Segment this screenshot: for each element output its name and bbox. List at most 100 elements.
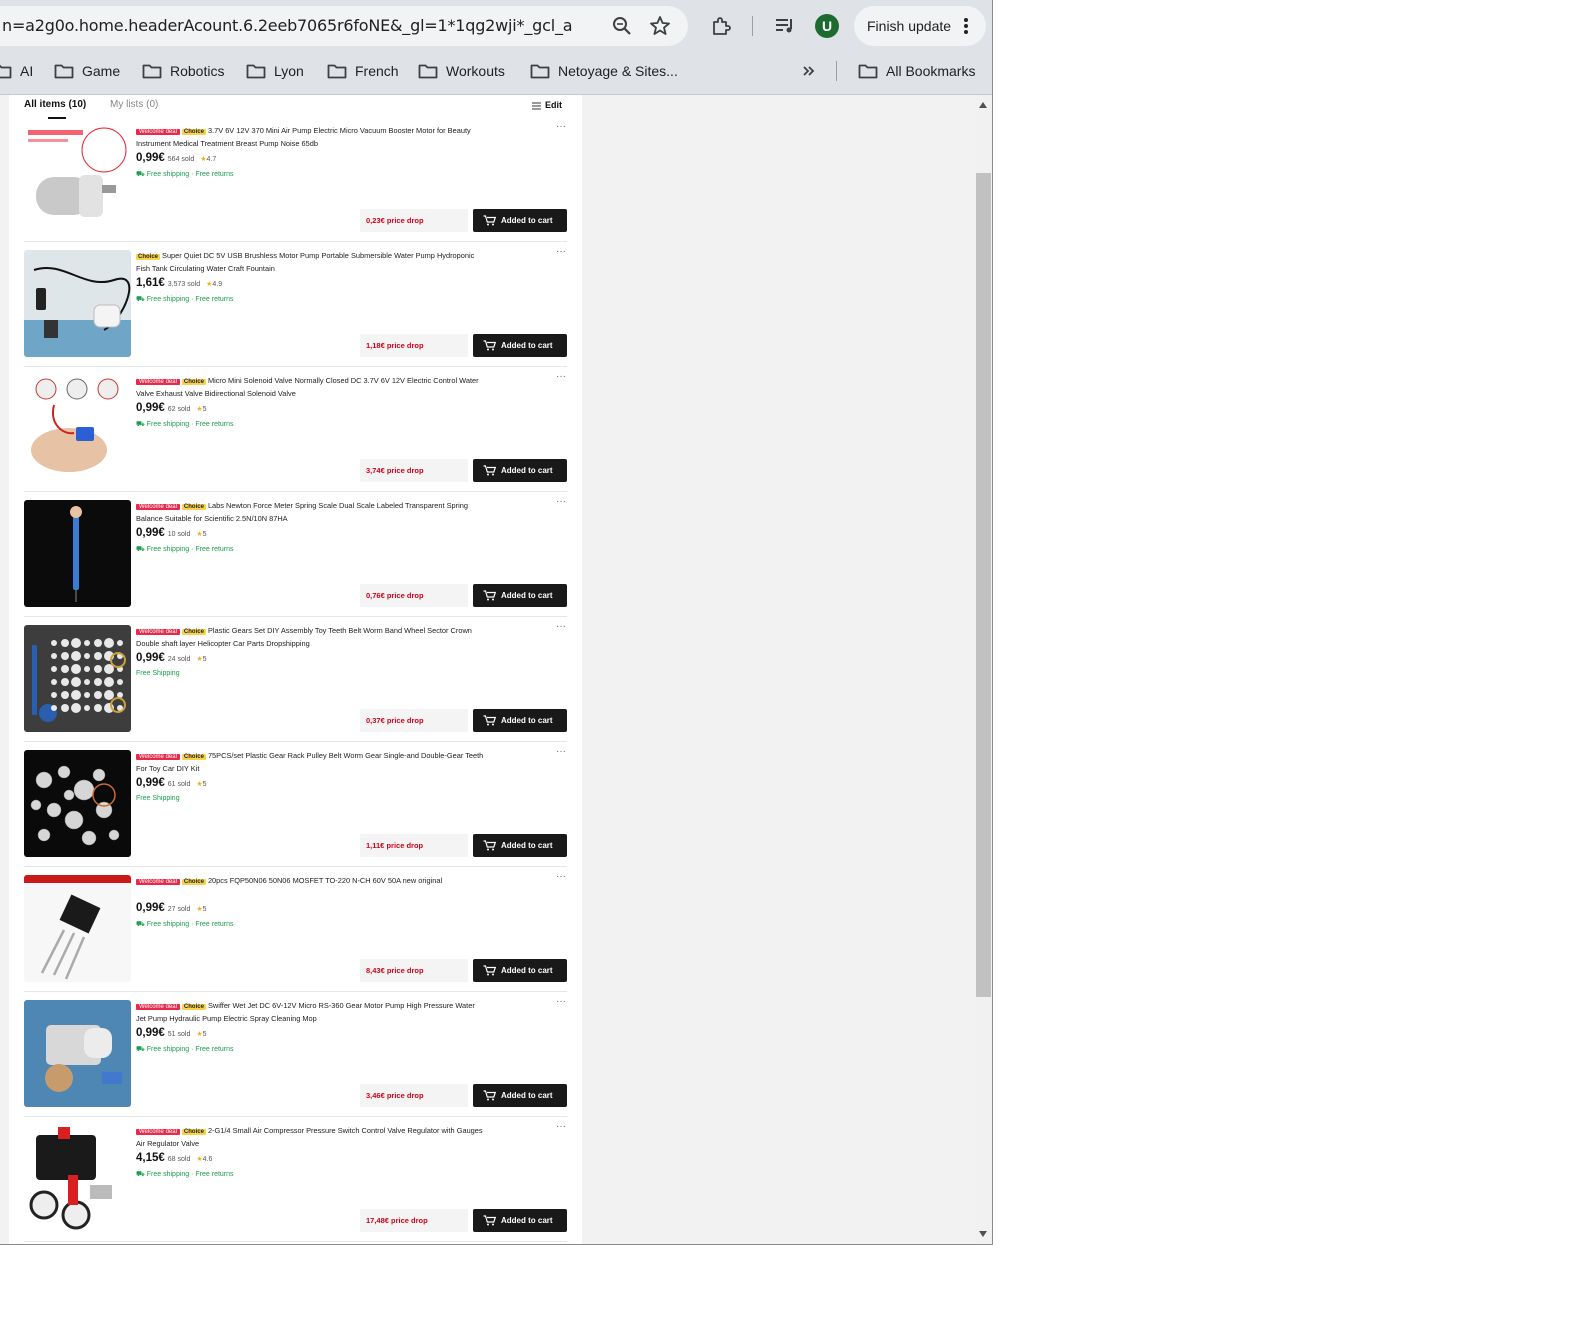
- product-image-spring-scale[interactable]: [24, 500, 131, 607]
- sold-count: 68 sold: [167, 1156, 191, 1163]
- wishlist-item[interactable]: Welcome deal Choice 20pcs FQP50N06 50N06 M…: [24, 871, 567, 1000]
- wishlist-item[interactable]: Welcome deal Choice Labs Newton Force Mete…: [24, 496, 567, 625]
- item-separator: [24, 991, 567, 992]
- product-title[interactable]: Welcome deal Choice Labs Newton Force Mete…: [136, 500, 486, 524]
- added-to-cart-button[interactable]: Added to cart: [473, 1084, 567, 1107]
- product-title[interactable]: Welcome deal Choice 2-G1/4 Small Air Compr…: [136, 1125, 486, 1149]
- added-to-cart-button[interactable]: Added to cart: [473, 834, 567, 857]
- choice-badge: Choice: [181, 754, 206, 760]
- item-separator: [24, 366, 567, 367]
- url-text[interactable]: n=a2g0o.home.headerAcount.6.2eeb7065r6fo…: [2, 6, 572, 46]
- wishlist-item[interactable]: Welcome deal Choice 3.7V 6V 12V 370 Mini A…: [24, 121, 567, 250]
- more-options-icon[interactable]: ···: [556, 121, 566, 132]
- product-title[interactable]: Welcome deal Choice Micro Mini Solenoid Va…: [136, 375, 486, 399]
- welcome-deal-badge: Welcome deal: [136, 379, 180, 385]
- sold-count: 564 sold: [167, 156, 195, 163]
- address-bar[interactable]: n=a2g0o.home.headerAcount.6.2eeb7065r6fo…: [0, 6, 688, 46]
- edit-button[interactable]: Edit: [532, 100, 562, 110]
- product-image-solenoid-valve[interactable]: [24, 375, 131, 482]
- added-to-cart-button[interactable]: Added to cart: [473, 1209, 567, 1232]
- product-price: 0,99€: [136, 652, 165, 664]
- tab-all-items[interactable]: All items (10): [24, 99, 86, 110]
- product-title[interactable]: Welcome deal Choice 75PCS/set Plastic Gear…: [136, 750, 486, 774]
- shipping-text: Free Shipping: [136, 670, 180, 677]
- product-price: 4,15€: [136, 1152, 165, 1164]
- tab-my-lists[interactable]: My lists (0): [110, 99, 158, 110]
- browser-toolbar: n=a2g0o.home.headerAcount.6.2eeb7065r6fo…: [0, 0, 992, 52]
- product-title[interactable]: Welcome deal Choice 20pcs FQP50N06 50N06 M…: [136, 875, 486, 888]
- cart-icon: [483, 340, 496, 351]
- product-image-gear-kit[interactable]: [24, 750, 131, 857]
- product-image-pressure-switch[interactable]: [24, 1125, 131, 1232]
- added-to-cart-button[interactable]: Added to cart: [473, 709, 567, 732]
- bookmark-lyon[interactable]: Lyon: [246, 52, 304, 90]
- added-to-cart-button[interactable]: Added to cart: [473, 459, 567, 482]
- wishlist-item[interactable]: Welcome deal Choice Micro Mini Solenoid Va…: [24, 371, 567, 500]
- scrollbar[interactable]: [975, 95, 992, 1244]
- wishlist-item[interactable]: Welcome deal Choice 75PCS/set Plastic Gear…: [24, 746, 567, 875]
- shipping-text: Free shipping · Free returns: [146, 1046, 234, 1053]
- folder-icon: [858, 64, 878, 79]
- more-options-icon[interactable]: ···: [556, 246, 566, 257]
- price-row: 0,99€ 564 sold ★4.7: [136, 152, 216, 164]
- price-drop-label: 3,46€ price drop: [360, 1084, 468, 1107]
- product-image-water-pump[interactable]: [24, 250, 131, 357]
- bookmark-workouts[interactable]: Workouts: [418, 52, 505, 90]
- product-image-mosfet[interactable]: [24, 875, 131, 982]
- scrollbar-thumb[interactable]: [976, 173, 991, 997]
- cart-icon: [483, 465, 496, 476]
- added-to-cart-button[interactable]: Added to cart: [473, 209, 567, 232]
- bookmark-label: AI: [20, 63, 34, 79]
- scroll-down-arrow[interactable]: [979, 1231, 987, 1237]
- added-to-cart-button[interactable]: Added to cart: [473, 334, 567, 357]
- wishlist-item[interactable]: Welcome deal Choice 2-G1/4 Small Air Compr…: [24, 1121, 567, 1244]
- bookmark-robotics[interactable]: Robotics: [142, 52, 224, 90]
- shipping-info: ⛟ Free shipping · Free returns: [136, 545, 234, 554]
- sold-count: 51 sold: [167, 1031, 191, 1038]
- rating-value: 5: [202, 406, 207, 413]
- bookmark-netoyage-sites[interactable]: Netoyage & Sites...: [530, 52, 678, 90]
- more-options-icon[interactable]: ···: [556, 871, 566, 882]
- sold-count: 61 sold: [167, 781, 191, 788]
- wishlist-item[interactable]: Welcome deal Choice Plastic Gears Set DIY …: [24, 621, 567, 750]
- shipping-info: Free Shipping: [136, 670, 180, 677]
- added-to-cart-button[interactable]: Added to cart: [473, 959, 567, 982]
- more-options-icon[interactable]: ···: [556, 371, 566, 382]
- extensions-icon[interactable]: [709, 14, 733, 38]
- product-image-air-pump[interactable]: [24, 125, 131, 232]
- more-options-icon[interactable]: ···: [556, 1121, 566, 1132]
- all-bookmarks[interactable]: All Bookmarks: [858, 52, 975, 90]
- product-title[interactable]: Choice Super Quiet DC 5V USB Brushless Mo…: [136, 250, 486, 274]
- bookmark-star-icon[interactable]: [648, 14, 672, 38]
- more-bookmarks-chevron-icon[interactable]: [802, 52, 824, 90]
- media-controls-icon[interactable]: [773, 14, 797, 38]
- bookmark-ai[interactable]: AI: [0, 52, 33, 90]
- product-price: 0,99€: [136, 777, 165, 789]
- added-to-cart-button[interactable]: Added to cart: [473, 584, 567, 607]
- product-image-gear-motor-pump[interactable]: [24, 1000, 131, 1107]
- bookmark-french[interactable]: French: [327, 52, 399, 90]
- more-options-icon[interactable]: ···: [556, 621, 566, 632]
- product-price: 1,61€: [136, 277, 165, 289]
- all-bookmarks-label: All Bookmarks: [886, 63, 976, 79]
- profile-avatar[interactable]: U: [815, 14, 839, 38]
- product-title[interactable]: Welcome deal Choice Swiffer Wet Jet DC 6V-…: [136, 1000, 486, 1024]
- more-options-icon[interactable]: ···: [556, 746, 566, 757]
- more-options-icon[interactable]: ···: [556, 496, 566, 507]
- item-separator: [24, 491, 567, 492]
- shipping-text: Free shipping · Free returns: [146, 421, 234, 428]
- product-title[interactable]: Welcome deal Choice Plastic Gears Set DIY …: [136, 625, 486, 649]
- bookmark-game[interactable]: Game: [54, 52, 120, 90]
- choice-badge: Choice: [181, 1129, 206, 1135]
- shipping-info: ⛟ Free shipping · Free returns: [136, 1170, 234, 1179]
- cart-icon: [483, 965, 496, 976]
- welcome-deal-badge: Welcome deal: [136, 1129, 180, 1135]
- more-options-icon[interactable]: ···: [556, 996, 566, 1007]
- product-title[interactable]: Welcome deal Choice 3.7V 6V 12V 370 Mini A…: [136, 125, 486, 149]
- wishlist-item[interactable]: Welcome deal Choice Swiffer Wet Jet DC 6V-…: [24, 996, 567, 1125]
- finish-update-button[interactable]: Finish update: [854, 6, 986, 46]
- zoom-icon[interactable]: [610, 14, 634, 38]
- wishlist-item[interactable]: Choice Super Quiet DC 5V USB Brushless Mo…: [24, 246, 567, 375]
- product-image-gears-set[interactable]: [24, 625, 131, 732]
- scroll-up-arrow[interactable]: [979, 102, 987, 108]
